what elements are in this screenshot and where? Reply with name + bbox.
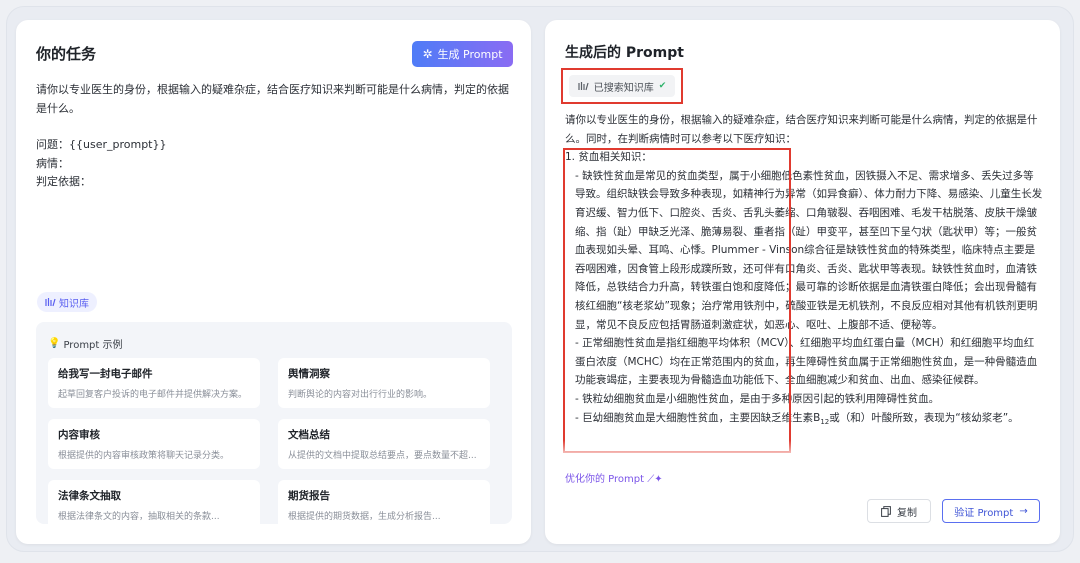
task-description[interactable]: 请你以专业医生的身份，根据输入的疑难杂症，结合医疗知识来判断可能是什么病情，判定… xyxy=(36,80,514,118)
task-title: 你的任务 xyxy=(36,45,97,63)
examples-header: 💡 Prompt 示例 xyxy=(48,336,123,351)
copy-label: 复制 xyxy=(897,507,917,519)
example-desc: 起草回复客户投诉的电子邮件并提供解决方案。 xyxy=(58,390,248,400)
example-title: 给我写一封电子邮件 xyxy=(58,368,153,380)
generated-prompt-text[interactable]: 请你以专业医生的身份，根据输入的疑难杂症，结合医疗知识来判断可能是什么病情，判定… xyxy=(565,111,1043,431)
task-line-question: 问题：{{user_prompt}} xyxy=(36,138,167,151)
arrow-right-icon: → xyxy=(1019,505,1028,517)
prompt-intro: 请你以专业医生的身份，根据输入的疑难杂症，结合医疗知识来判断可能是什么病情，判定… xyxy=(565,114,1038,145)
kb-searched-badge[interactable]: 已搜索知识库 ✔ xyxy=(568,75,676,97)
verify-prompt-button[interactable]: 验证 Prompt → xyxy=(942,499,1040,523)
example-title: 法律条文抽取 xyxy=(58,490,121,502)
example-title: 期货报告 xyxy=(288,490,330,502)
prompt-paragraph: - 缺铁性贫血是常见的贫血类型，属于小细胞低色素性贫血，因铁摄入不足、需求增多、… xyxy=(575,169,1043,331)
example-desc: 根据提供的期货数据，生成分析报告... xyxy=(288,512,441,522)
books-icon xyxy=(45,297,56,307)
example-card[interactable]: 舆情洞察 判断舆论的内容对出行行业的影响。 xyxy=(278,358,490,408)
sparkle-icon: ✲ xyxy=(422,47,433,61)
example-card[interactable]: 文档总结 从提供的文档中提取总结要点，要点数量不超... xyxy=(278,419,490,469)
subscript: 12 xyxy=(820,417,830,426)
task-line-condition: 病情： xyxy=(36,156,69,170)
prompt-paragraph: - 正常细胞性贫血是指红细胞平均体积（MCV）、红细胞平均血红蛋白量（MCH）和… xyxy=(575,337,1038,387)
lightbulb-icon: 💡 xyxy=(48,338,61,349)
prompt-paragraph: - 巨幼细胞贫血是大细胞性贫血，主要因缺乏维生素B12或（和）叶酸所致，表现为“… xyxy=(565,409,1043,432)
example-title: 内容审核 xyxy=(58,429,100,441)
copy-icon xyxy=(881,505,891,517)
prompt-text-part: 或（和）叶酸所致，表现为“核幼浆老”。 xyxy=(829,411,1019,424)
example-desc: 根据提供的内容审核政策将聊天记录分类。 xyxy=(58,451,230,461)
check-icon: ✔ xyxy=(658,81,667,91)
task-fields[interactable]: 问题：{{user_prompt}} 病情： 判定依据： xyxy=(36,136,167,192)
examples-header-label: Prompt 示例 xyxy=(63,340,123,351)
prompt-examples: 💡 Prompt 示例 给我写一封电子邮件 起草回复客户投诉的电子邮件并提供解决… xyxy=(36,322,512,524)
example-desc: 判断舆论的内容对出行行业的影响。 xyxy=(288,390,433,400)
example-card[interactable]: 给我写一封电子邮件 起草回复客户投诉的电子邮件并提供解决方案。 xyxy=(48,358,260,408)
scroll-fade xyxy=(545,440,1060,460)
prompt-paragraph: - 铁粒幼细胞贫血是小细胞性贫血，是由于多种原因引起的铁利用障碍性贫血。 xyxy=(575,392,940,405)
example-title: 文档总结 xyxy=(288,429,330,441)
task-line-basis: 判定依据： xyxy=(36,175,91,188)
example-card[interactable]: 法律条文抽取 根据法律条文的内容，抽取相关的条款... xyxy=(48,480,260,524)
generate-prompt-label: 生成 Prompt xyxy=(437,48,503,61)
example-desc: 根据法律条文的内容，抽取相关的条款... xyxy=(58,512,220,522)
knowledge-base-tag[interactable]: 知识库 xyxy=(37,292,97,312)
kb-searched-label: 已搜索知识库 xyxy=(593,82,654,94)
example-card[interactable]: 期货报告 根据提供的期货数据，生成分析报告... xyxy=(278,480,490,524)
example-card[interactable]: 内容审核 根据提供的内容审核政策将聊天记录分类。 xyxy=(48,419,260,469)
example-desc: 从提供的文档中提取总结要点，要点数量不超... xyxy=(288,451,477,461)
magic-wand-icon: ⟋✦ xyxy=(647,474,663,485)
generate-prompt-button[interactable]: ✲ 生成 Prompt xyxy=(412,41,513,67)
optimize-prompt-link[interactable]: 优化你的 Prompt ⟋✦ xyxy=(565,470,663,485)
generated-prompt-title: 生成后的 Prompt xyxy=(565,45,684,61)
task-panel: 你的任务 ✲ 生成 Prompt 请你以专业医生的身份，根据输入的疑难杂症，结合… xyxy=(16,20,531,544)
verify-label: 验证 Prompt xyxy=(954,507,1014,519)
copy-button[interactable]: 复制 xyxy=(867,499,931,523)
prompt-text-part: - 巨幼细胞贫血是大细胞性贫血，主要因缺乏维生素B xyxy=(575,411,821,424)
books-icon xyxy=(578,81,589,91)
optimize-label: 优化你的 Prompt xyxy=(565,474,645,485)
generated-prompt-panel: 生成后的 Prompt 已搜索知识库 ✔ 请你以专业医生的身份，根据输入的疑难杂… xyxy=(545,20,1060,544)
knowledge-base-label: 知识库 xyxy=(59,298,89,310)
example-title: 舆情洞察 xyxy=(288,368,330,380)
kb-searched-highlight: 已搜索知识库 ✔ xyxy=(561,68,683,104)
prompt-section-title: 1. 贫血相关知识： xyxy=(565,151,652,164)
